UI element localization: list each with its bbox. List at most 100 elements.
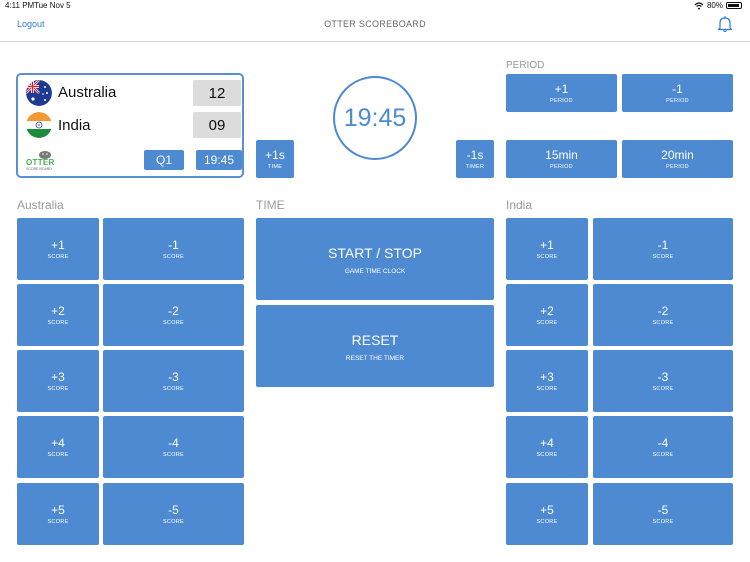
button-sublabel: GAME TIME CLOCK [344,267,406,275]
away-controls-label: India [506,198,533,212]
button-label: +3 [540,370,554,384]
button-label: -1 [657,238,669,252]
away-plus-3-button[interactable]: +3 SCORE [506,350,588,412]
time-section-label: TIME [256,198,285,212]
away-minus-1-button[interactable]: -1 SCORE [593,218,733,280]
button-sublabel: SCORE [47,519,69,525]
button-sublabel: SCORE [536,320,558,326]
button-label: +5 [540,503,554,517]
home-controls-label: Australia [17,198,64,212]
button-label: 20min [661,148,694,162]
status-bar: 4:11 PM Tue Nov 5 80% [0,0,750,12]
button-label: +2 [51,304,65,318]
period-15min-button[interactable]: 15min PERIOD [506,140,617,178]
status-right: 80% [694,1,742,10]
button-sublabel: SCORE [652,320,674,326]
button-sublabel: SCORE [47,320,69,326]
home-plus-2-button[interactable]: +2 SCORE [17,284,99,346]
home-minus-3-button[interactable]: -3 SCORE [103,350,244,412]
logo-text: OTTER [26,158,55,167]
button-label: -1 [168,238,179,252]
button-label: -1 [672,82,683,96]
home-minus-2-button[interactable]: -2 SCORE [103,284,244,346]
button-label: -4 [657,436,669,450]
away-minus-5-button[interactable]: -5 SCORE [593,483,733,545]
button-sublabel: SCORE [162,320,185,326]
button-label: +1s [265,148,285,162]
nav-bar: Logout OTTER SCOREBOARD [0,12,750,42]
button-sublabel: SCORE [47,386,69,392]
button-sublabel: SCORE [162,519,185,525]
status-time: 4:11 PM [5,1,35,10]
away-plus-1-button[interactable]: +1 SCORE [506,218,588,280]
button-sublabel: SCORE [536,519,558,525]
button-label: -3 [168,370,179,384]
button-label: -2 [657,304,669,318]
bell-icon[interactable] [716,15,734,33]
period-minus-one-button[interactable]: -1 PERIOD [622,74,733,112]
australia-flag-icon [26,80,52,106]
home-plus-3-button[interactable]: +3 SCORE [17,350,99,412]
away-score: 09 [193,112,241,138]
button-sublabel: PERIOD [550,164,573,170]
button-label: -3 [657,370,669,384]
period-plus-one-button[interactable]: +1 PERIOD [506,74,617,112]
button-sublabel: SCORE [162,254,185,260]
button-label: -5 [168,503,179,517]
button-label: 15min [545,148,578,162]
home-plus-1-button[interactable]: +1 SCORE [17,218,99,280]
time-chip: 19:45 [196,150,242,170]
button-sublabel: SCORE [536,254,558,260]
page-title: OTTER SCOREBOARD [324,19,426,29]
button-label: +4 [51,436,65,450]
button-sublabel: SCORE [652,519,674,525]
away-plus-5-button[interactable]: +5 SCORE [506,483,588,545]
status-date: Tue Nov 5 [34,1,71,10]
away-minus-2-button[interactable]: -2 SCORE [593,284,733,346]
button-label: +2 [540,304,554,318]
button-label: -2 [168,304,179,318]
button-label: +1 [540,238,554,252]
button-sublabel: SCORE [162,386,185,392]
away-team-name: India [58,117,91,134]
button-sublabel: SCORE [162,452,185,458]
game-clock: 19:45 [333,76,417,160]
home-minus-1-button[interactable]: -1 SCORE [103,218,244,280]
button-sublabel: PERIOD [666,98,689,104]
button-label: -1s [466,148,484,162]
otter-logo: OTTER SCORE BOARD [26,149,66,171]
away-plus-4-button[interactable]: +4 SCORE [506,416,588,478]
minus-one-second-button[interactable]: -1s TIMER [456,140,494,178]
away-plus-2-button[interactable]: +2 SCORE [506,284,588,346]
button-sublabel: SCORE [652,452,674,458]
button-label: +5 [51,503,65,517]
away-minus-4-button[interactable]: -4 SCORE [593,416,733,478]
button-sublabel: SCORE [652,386,674,392]
button-sublabel: SCORE [536,386,558,392]
button-label: -4 [168,436,179,450]
reset-button[interactable]: RESET RESET THE TIMER [256,305,494,387]
button-sublabel: SCORE [652,254,674,260]
home-minus-5-button[interactable]: -5 SCORE [103,483,244,545]
home-minus-4-button[interactable]: -4 SCORE [103,416,244,478]
button-label: +3 [51,370,65,384]
button-label: +1 [51,238,65,252]
home-score: 12 [193,80,241,106]
period-chip: Q1 [144,150,184,170]
plus-one-second-button[interactable]: +1s TIME [256,140,294,178]
button-label: +4 [540,436,554,450]
home-plus-4-button[interactable]: +4 SCORE [17,416,99,478]
battery-percent: 80% [706,1,723,10]
start-stop-button[interactable]: START / STOP GAME TIME CLOCK [256,218,494,300]
wifi-icon [694,1,704,10]
period-20min-button[interactable]: 20min PERIOD [622,140,733,178]
home-plus-5-button[interactable]: +5 SCORE [17,483,99,545]
button-label: +1 [554,82,569,96]
button-sublabel: TIME [267,164,283,170]
away-minus-3-button[interactable]: -3 SCORE [593,350,733,412]
battery-icon [726,2,742,9]
button-label: RESET [351,331,399,348]
button-sublabel: TIMER [465,164,485,170]
home-team-name: Australia [58,84,117,101]
button-label: -5 [657,503,669,517]
